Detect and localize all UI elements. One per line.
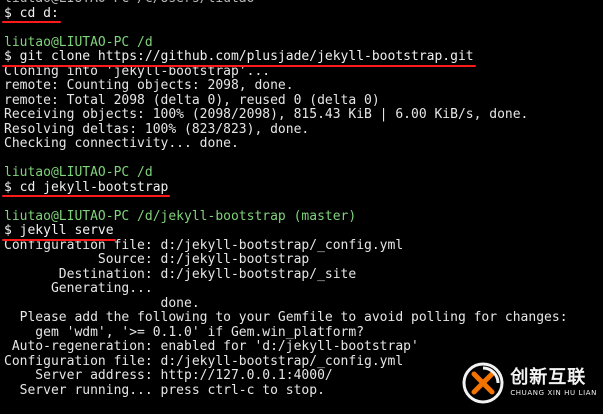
output-line: Receiving objects: 100% (2098/2098), 815… — [4, 107, 529, 122]
chuangxin-logo-icon — [462, 362, 504, 404]
output-line: Please add the following to your Gemfile… — [4, 310, 568, 325]
command-jekyll-serve: $ jekyll serve — [2, 223, 116, 240]
terminal-command-line: $ cd jekyll-bootstrap — [1, 179, 599, 197]
output-line: remote: Total 2098 (delta 0), reused 0 (… — [4, 92, 380, 108]
command-cd-jekyll-bootstrap: $ cd jekyll-bootstrap — [1, 179, 171, 197]
output-line: done. — [4, 295, 200, 311]
command-cd-d: $ cd d: — [2, 5, 61, 23]
output-line: Cloning into 'jekyll-bootstrap'... — [4, 63, 271, 79]
output-line: Destination: d:/jekyll-bootstrap/_site — [4, 266, 357, 282]
watermark-title: 创新互联 — [510, 367, 587, 388]
output-line: Configuration file: d:/jekyll-bootstrap/… — [4, 237, 404, 253]
command-git-clone: $ git clone https://github.com/plusjade/… — [2, 49, 476, 66]
terminal-command-line: $ git clone https://github.com/plusjade/… — [2, 49, 599, 66]
prompt-line: liutao@LIUTAO-PC /d/jekyll-bootstrap (ma… — [4, 208, 599, 225]
output-line: remote: Counting objects: 2098, done. — [4, 78, 294, 93]
output-line: Generating... — [4, 281, 153, 296]
watermark-subtitle: CHUANG XIN HU LIAN — [510, 389, 597, 397]
prompt-text: liutao@LIUTAO-PC /d/jekyll-bootstrap (ma… — [4, 208, 357, 224]
output-line: Checking connectivity... done. — [4, 136, 239, 151]
output-line: gem 'wdm', '>= 0.1.0' if Gem.win_platfor… — [4, 324, 365, 340]
watermark-logo: 创新互联 CHUANG XIN HU LIAN — [462, 362, 597, 404]
output-line: Resolving deltas: 100% (823/823), done. — [4, 121, 310, 137]
terminal-command-line: $ jekyll serve — [2, 223, 599, 240]
prompt-line: liutao@LIUTAO-PC /d — [4, 34, 153, 50]
prompt-line: liutao@LIUTAO-PC /d — [4, 165, 153, 180]
output-line: Auto-regeneration: enabled for 'd:/jekyl… — [4, 339, 419, 354]
output-line: Source: d:/jekyll-bootstrap — [4, 252, 310, 267]
terminal-window[interactable]: liutao@LIUTAO-PC /c/Users/liutao $ cd d:… — [0, 0, 603, 414]
terminal-command-line: $ cd d: — [2, 5, 599, 23]
